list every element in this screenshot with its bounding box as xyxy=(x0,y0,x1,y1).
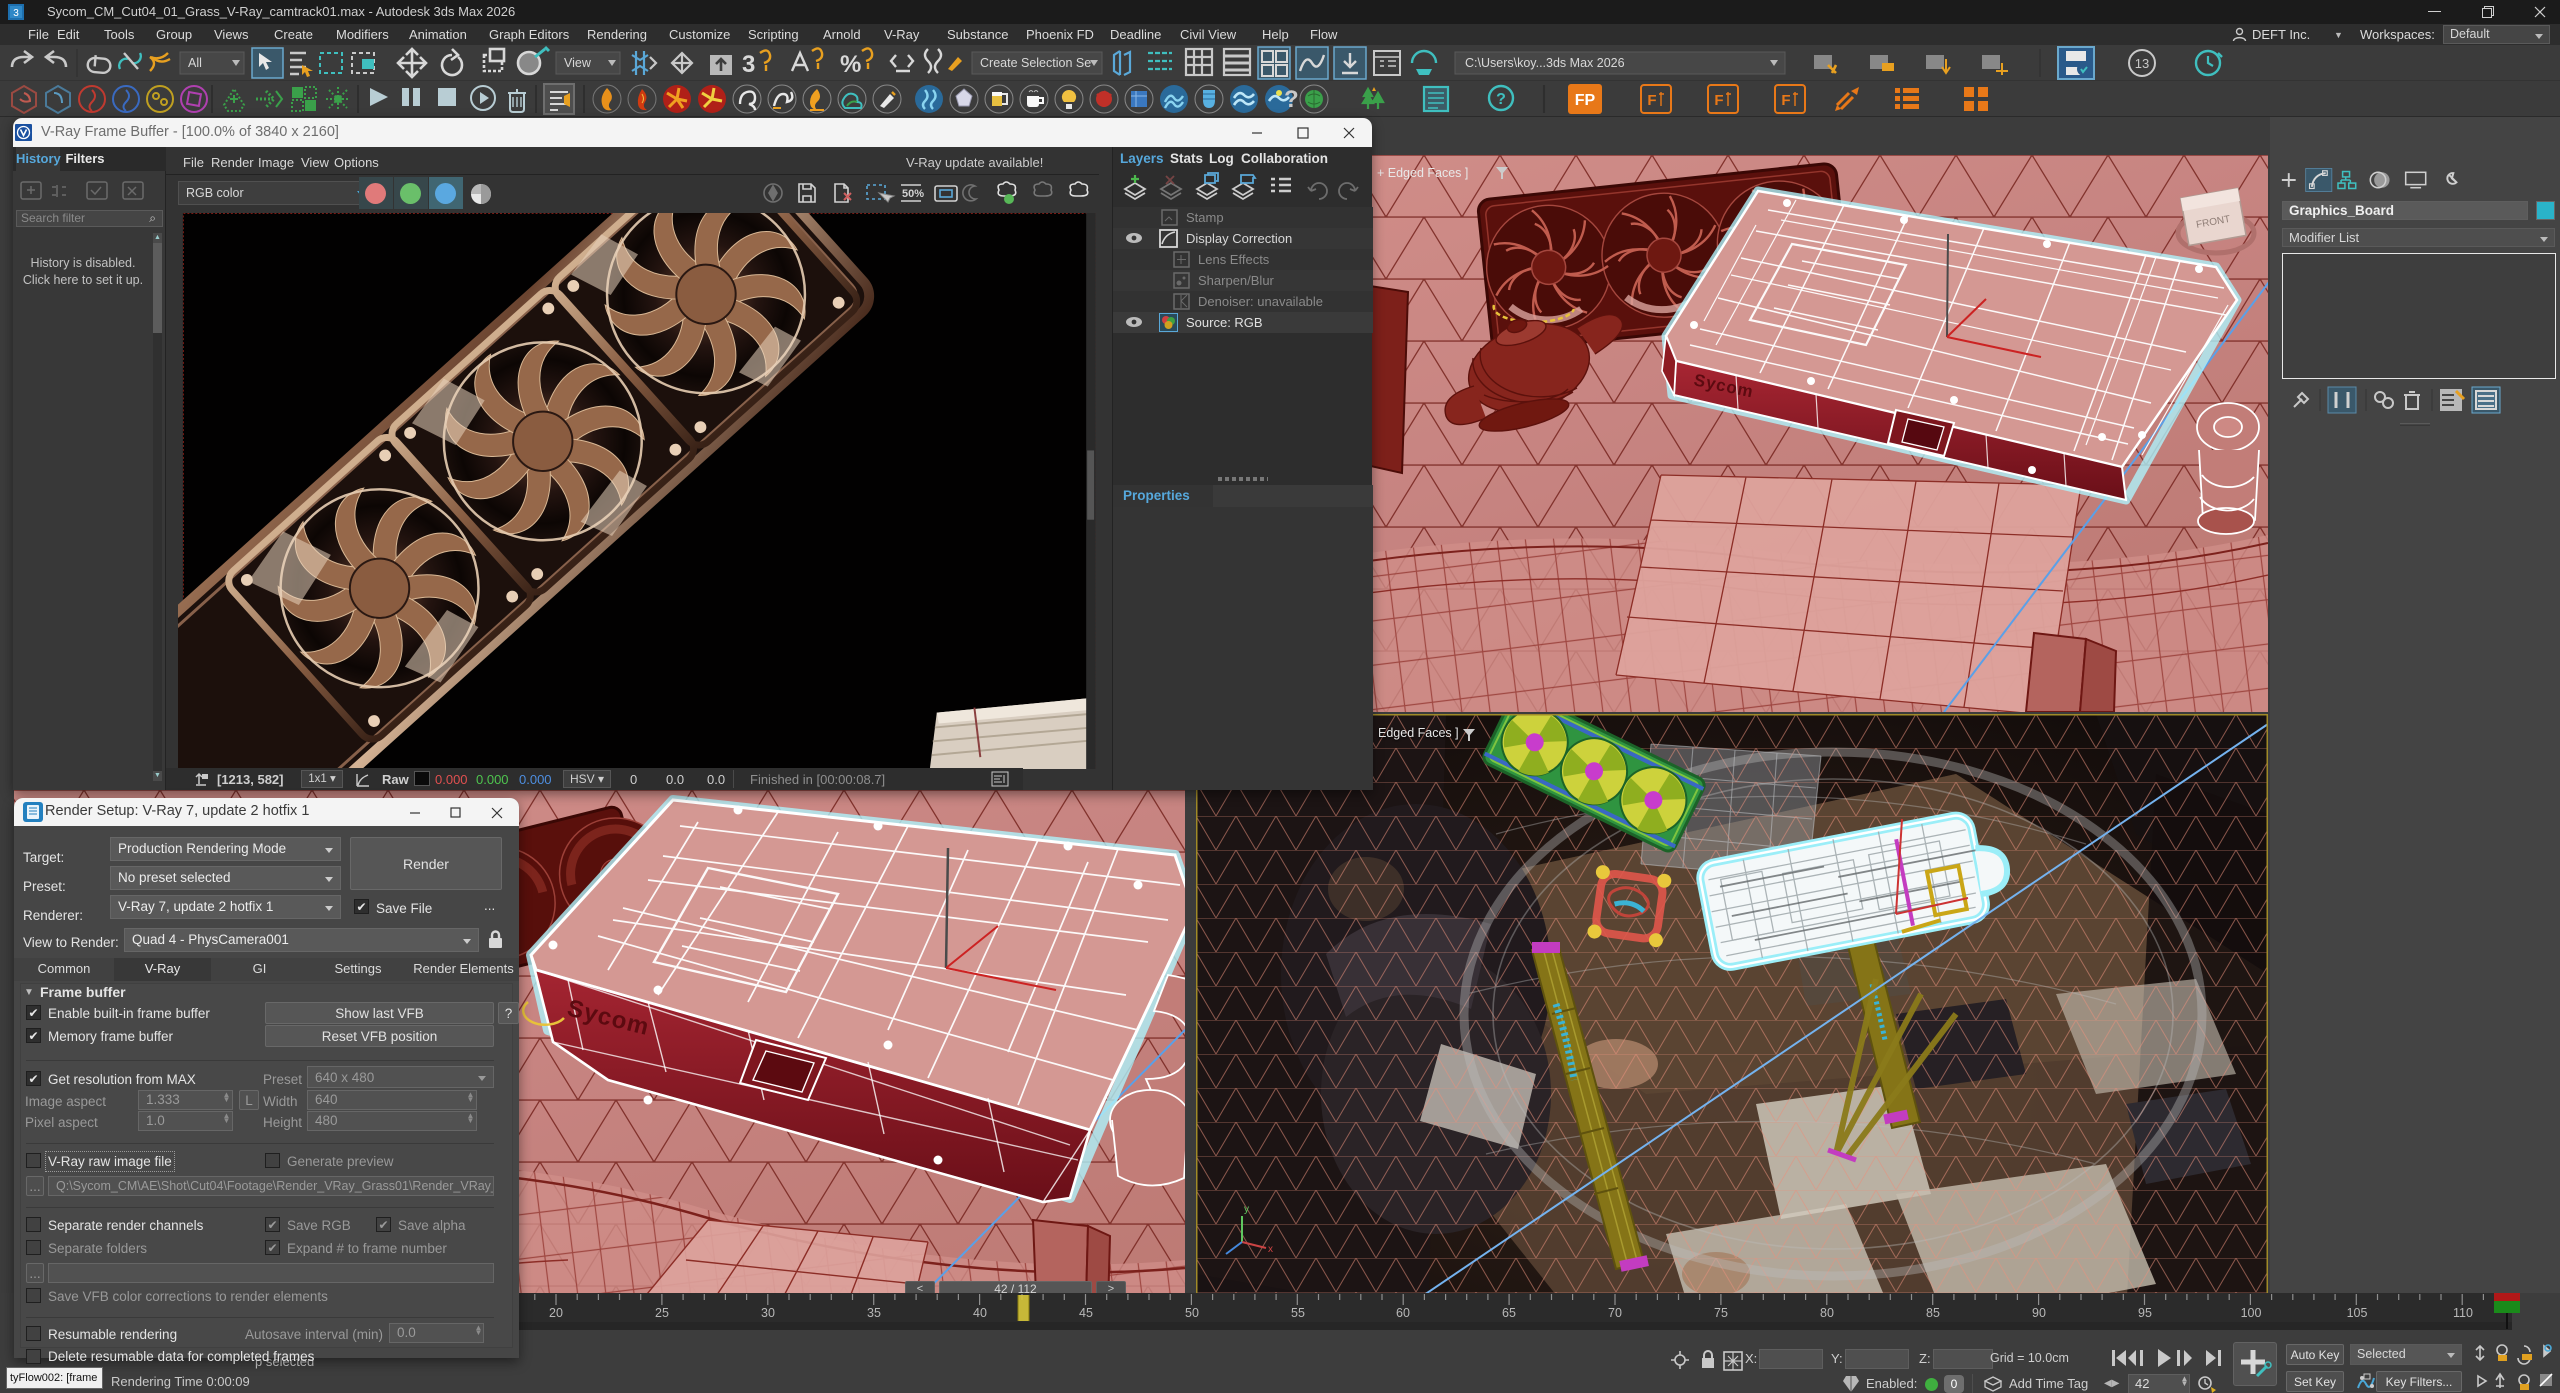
svg-text:90: 90 xyxy=(2032,1306,2046,1320)
svg-text:65: 65 xyxy=(1502,1306,1516,1320)
svg-text:3: 3 xyxy=(742,51,755,78)
svg-text:View: View xyxy=(564,56,592,70)
svg-text:?: ? xyxy=(1284,86,1299,113)
svg-text:C:\Users\koy...3ds Max 2026: C:\Users\koy...3ds Max 2026 xyxy=(1465,56,1625,70)
svg-text:All: All xyxy=(188,56,202,70)
svg-text:3: 3 xyxy=(13,8,19,19)
svg-text:110: 110 xyxy=(2453,1306,2473,1320)
svg-text:75: 75 xyxy=(1714,1306,1728,1320)
svg-text:FP: FP xyxy=(1575,92,1596,109)
svg-text:105: 105 xyxy=(2347,1306,2368,1320)
svg-text:y: y xyxy=(1244,1204,1249,1215)
svg-text:30: 30 xyxy=(761,1306,775,1320)
svg-text:+ Edged Faces ]: + Edged Faces ] xyxy=(1377,166,1468,180)
svg-text:x: x xyxy=(1268,1244,1273,1255)
svg-text:35: 35 xyxy=(867,1306,881,1320)
svg-text:50%: 50% xyxy=(902,188,924,200)
svg-text:40: 40 xyxy=(973,1306,987,1320)
svg-text:%: % xyxy=(840,51,861,78)
svg-text:60: 60 xyxy=(1396,1306,1410,1320)
svg-text:20: 20 xyxy=(549,1306,563,1320)
svg-text:55: 55 xyxy=(1291,1306,1305,1320)
svg-text:80: 80 xyxy=(1820,1306,1834,1320)
svg-text:F: F xyxy=(1647,92,1656,109)
svg-text:95: 95 xyxy=(2138,1306,2152,1320)
svg-text:25: 25 xyxy=(655,1306,669,1320)
svg-text:85: 85 xyxy=(1926,1306,1940,1320)
svg-text:70: 70 xyxy=(1608,1306,1622,1320)
svg-text:50: 50 xyxy=(1185,1306,1199,1320)
svg-text:F: F xyxy=(1781,92,1790,109)
svg-text:F: F xyxy=(1714,92,1723,109)
svg-text:Create Selection Se: Create Selection Se xyxy=(980,56,1091,70)
svg-text:100: 100 xyxy=(2241,1306,2262,1320)
svg-text:45: 45 xyxy=(1079,1306,1093,1320)
svg-text:13: 13 xyxy=(2135,56,2149,71)
svg-text:?: ? xyxy=(1496,91,1506,108)
